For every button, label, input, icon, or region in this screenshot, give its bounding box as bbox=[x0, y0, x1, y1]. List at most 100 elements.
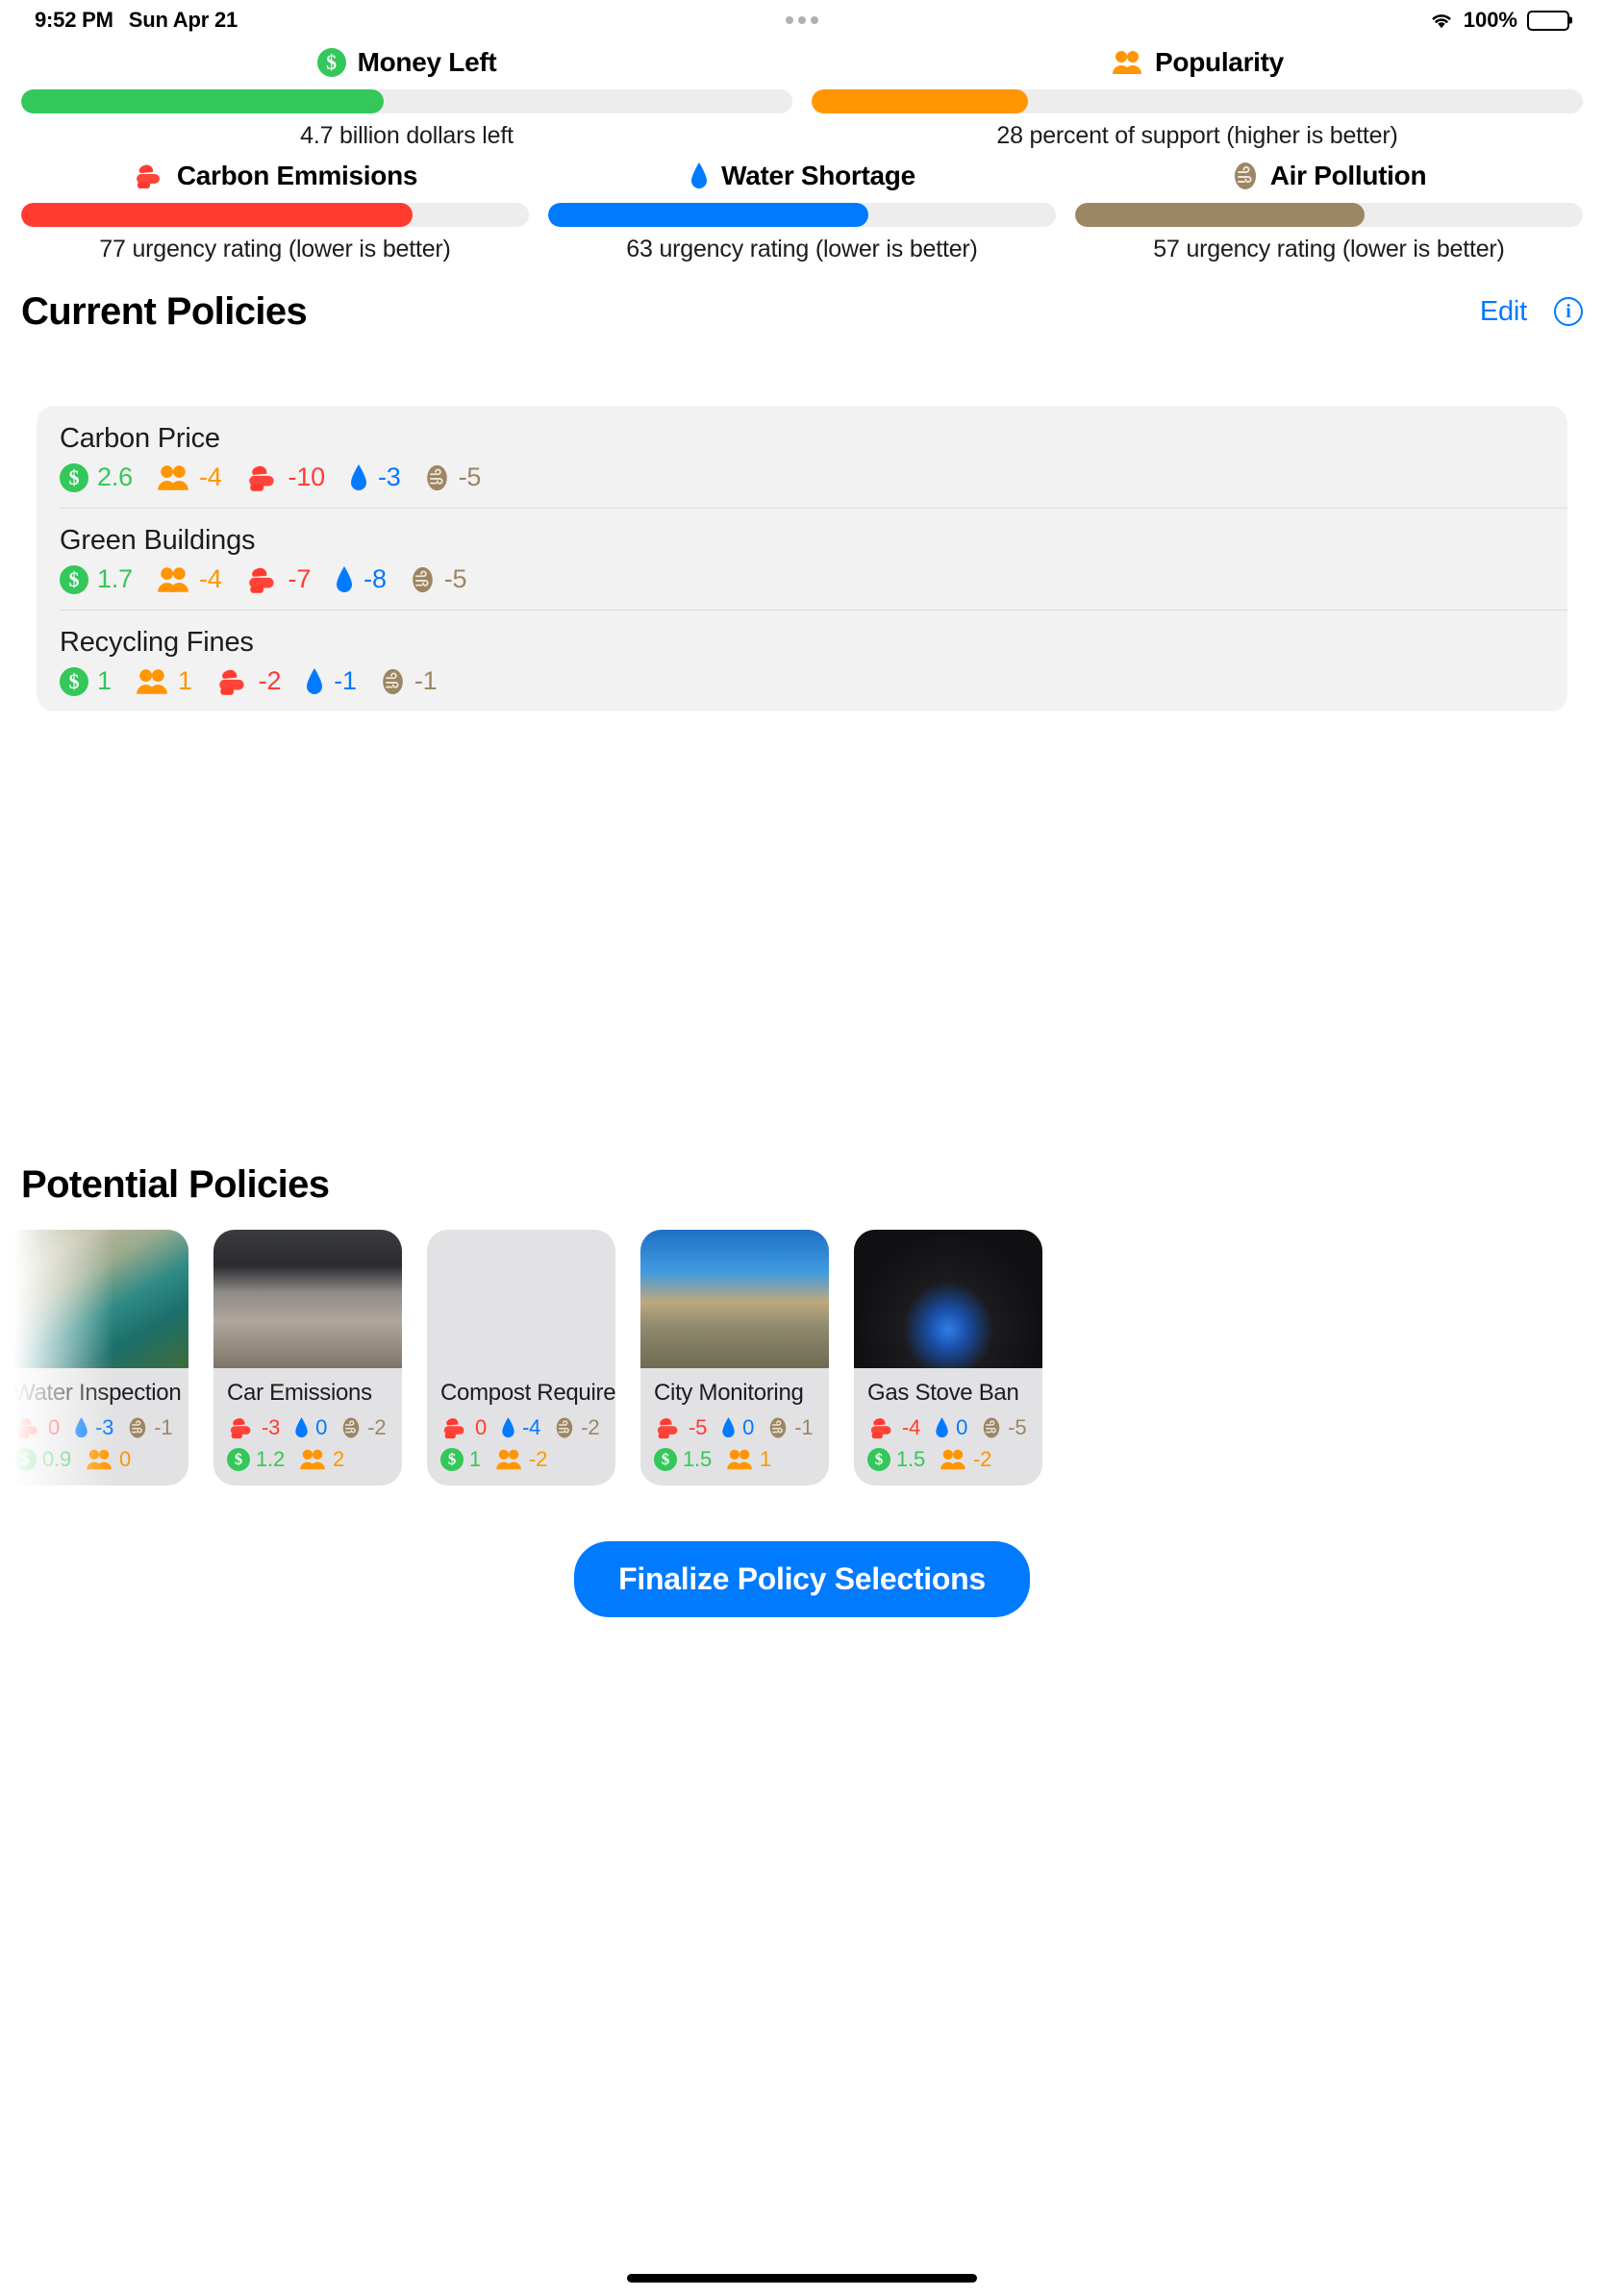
people-icon bbox=[136, 668, 167, 694]
policy-card-stats: 0 -4 -2 $1 -2 bbox=[440, 1415, 602, 1472]
policy-card-stat: $1.2 bbox=[227, 1447, 285, 1472]
policy-card-stat-line: $1 -2 bbox=[440, 1447, 602, 1472]
policy-stat: $1.7 bbox=[60, 564, 133, 594]
policy-card-stat-value: 0 bbox=[742, 1415, 755, 1439]
policy-card-stat: -5 bbox=[981, 1415, 1027, 1440]
meter-label: Carbon Emmisions bbox=[176, 161, 418, 190]
air-wind-icon bbox=[129, 1417, 146, 1438]
policy-card-stat: -2 bbox=[554, 1415, 600, 1440]
meter-fill bbox=[21, 203, 413, 227]
meter-label: Air Pollution bbox=[1269, 161, 1427, 190]
policy-card-image bbox=[0, 1230, 188, 1368]
potential-policy-card[interactable]: Car Emissions -3 0 -2 $1.2 2 bbox=[213, 1230, 402, 1485]
meter-header: Water Shortage bbox=[548, 154, 1056, 198]
policy-card-stat: -3 bbox=[227, 1415, 280, 1440]
potential-policy-card[interactable]: Compost Required 0 -4 -2 $1 -2 bbox=[427, 1230, 615, 1485]
policy-stat: 1 bbox=[135, 666, 192, 696]
meter-fill bbox=[548, 203, 868, 227]
policy-card-body: Compost Required 0 -4 -2 $1 -2 bbox=[427, 1368, 615, 1485]
policy-card-title: Car Emissions bbox=[227, 1380, 372, 1406]
policy-card-stat-value: 0.9 bbox=[42, 1447, 71, 1471]
meter-carbon-emmisions: Carbon Emmisions 77 urgency rating (lowe… bbox=[21, 154, 529, 263]
water-drop-icon bbox=[295, 1417, 308, 1438]
policy-stat-value: -2 bbox=[258, 666, 282, 695]
policy-card-title: Water Inspection bbox=[13, 1380, 182, 1406]
dynamic-island-dots bbox=[786, 16, 818, 24]
policy-card-stat: -2 bbox=[494, 1447, 547, 1472]
meter-track bbox=[21, 89, 792, 113]
policy-card-stat-value: -2 bbox=[581, 1415, 600, 1439]
page-title: Current Policies bbox=[21, 289, 308, 333]
meter-label: Water Shortage bbox=[721, 161, 915, 190]
air-wind-icon bbox=[342, 1417, 360, 1438]
policy-name: Recycling Fines bbox=[60, 627, 254, 658]
policy-card-image bbox=[213, 1230, 402, 1368]
policy-card-stat: -4 bbox=[500, 1415, 540, 1440]
policy-card-stat-value: 0 bbox=[315, 1415, 328, 1439]
meter-header: Carbon Emmisions bbox=[21, 154, 529, 198]
people-icon bbox=[158, 566, 188, 592]
policy-stat: -8 bbox=[334, 564, 387, 594]
policy-card-stat-value: 2 bbox=[332, 1447, 345, 1471]
potential-policy-card[interactable]: Water Inspection 0 -3 -1 $0.9 0 bbox=[0, 1230, 188, 1485]
potential-policies-header: Potential Policies bbox=[0, 1163, 1604, 1207]
potential-policies-title: Potential Policies bbox=[21, 1163, 330, 1206]
policy-row[interactable]: Carbon Price $2.6 -4 -10 -3 -5 bbox=[37, 406, 1567, 508]
carbon-cloud-icon bbox=[657, 1418, 678, 1439]
status-date: Sun Apr 21 bbox=[128, 8, 238, 32]
money-icon: $ bbox=[316, 48, 346, 77]
meter-track bbox=[548, 203, 1056, 227]
potential-policy-card[interactable]: Gas Stove Ban -4 0 -5 $1.5 -2 bbox=[854, 1230, 1042, 1485]
potential-policy-card[interactable]: City Monitoring -5 0 -1 $1.5 1 bbox=[640, 1230, 829, 1485]
policy-card-stats: -4 0 -5 $1.5 -2 bbox=[867, 1415, 1029, 1472]
policy-card-stat-line: -3 0 -2 bbox=[227, 1415, 388, 1440]
policy-stat: $1 bbox=[60, 666, 112, 696]
status-bar: 9:52 PM Sun Apr 21 100% bbox=[0, 0, 1604, 40]
status-bar-left: 9:52 PM Sun Apr 21 bbox=[35, 8, 238, 33]
policy-card-stat-value: -5 bbox=[1008, 1415, 1027, 1439]
policy-stat-value: -3 bbox=[377, 462, 401, 491]
meter-label: Money Left bbox=[357, 47, 497, 77]
policy-card-stat: -2 bbox=[340, 1415, 387, 1440]
policy-row[interactable]: Recycling Fines $1 1 -2 -1 -1 bbox=[37, 610, 1567, 711]
carbon-cloud-icon bbox=[16, 1418, 38, 1439]
policy-stat-value: -1 bbox=[334, 666, 357, 695]
battery-icon bbox=[1527, 10, 1569, 31]
carbon-cloud-icon bbox=[218, 669, 244, 695]
policy-stat: -1 bbox=[380, 666, 438, 696]
policy-card-stat-value: -2 bbox=[529, 1447, 548, 1471]
people-icon bbox=[87, 1449, 112, 1470]
policy-card-stat: 0 bbox=[13, 1415, 60, 1440]
policy-name: Carbon Price bbox=[60, 423, 220, 454]
policy-card-title: Gas Stove Ban bbox=[867, 1380, 1019, 1406]
meter-header: Air Pollution bbox=[1075, 154, 1583, 198]
meter-track bbox=[21, 203, 529, 227]
policy-stat: -2 bbox=[215, 666, 282, 696]
battery-percent-label: 100% bbox=[1463, 8, 1517, 32]
policy-card-stat-value: 1.5 bbox=[683, 1447, 712, 1471]
water-drop-icon bbox=[936, 1417, 948, 1438]
wifi-icon bbox=[1432, 14, 1451, 29]
finalize-policy-selections-button[interactable]: Finalize Policy Selections bbox=[574, 1541, 1030, 1617]
potential-policies-scroller[interactable]: Water Inspection 0 -3 -1 $0.9 0 Car Emissions -… bbox=[0, 1230, 1604, 1485]
policy-stat: -7 bbox=[245, 564, 311, 594]
meter-caption: 28 percent of support (higher is better) bbox=[996, 122, 1398, 149]
meter-popularity: Popularity 28 percent of support (higher… bbox=[812, 40, 1583, 150]
policy-card-stat-line: $1.2 2 bbox=[227, 1447, 388, 1472]
policy-row[interactable]: Green Buildings $1.7 -4 -7 -8 -5 bbox=[37, 508, 1567, 610]
carbon-cloud-icon bbox=[870, 1418, 891, 1439]
policy-card-stat: 0 bbox=[720, 1415, 754, 1440]
meter-caption: 63 urgency rating (lower is better) bbox=[626, 236, 978, 262]
meter-fill bbox=[21, 89, 384, 113]
policy-card-stat: -1 bbox=[767, 1415, 814, 1440]
footer: Finalize Policy Selections bbox=[0, 1541, 1604, 1617]
info-icon[interactable]: i bbox=[1554, 297, 1583, 326]
meter-fill bbox=[1075, 203, 1365, 227]
air-wind-icon bbox=[1234, 162, 1256, 189]
policy-card-stat-value: 1 bbox=[759, 1447, 772, 1471]
policy-stat: -5 bbox=[410, 564, 467, 594]
meter-header: Popularity bbox=[812, 40, 1583, 85]
edit-button[interactable]: Edit bbox=[1480, 296, 1527, 328]
meter-air-pollution: Air Pollution 57 urgency rating (lower i… bbox=[1075, 154, 1583, 263]
water-drop-icon bbox=[502, 1417, 514, 1438]
